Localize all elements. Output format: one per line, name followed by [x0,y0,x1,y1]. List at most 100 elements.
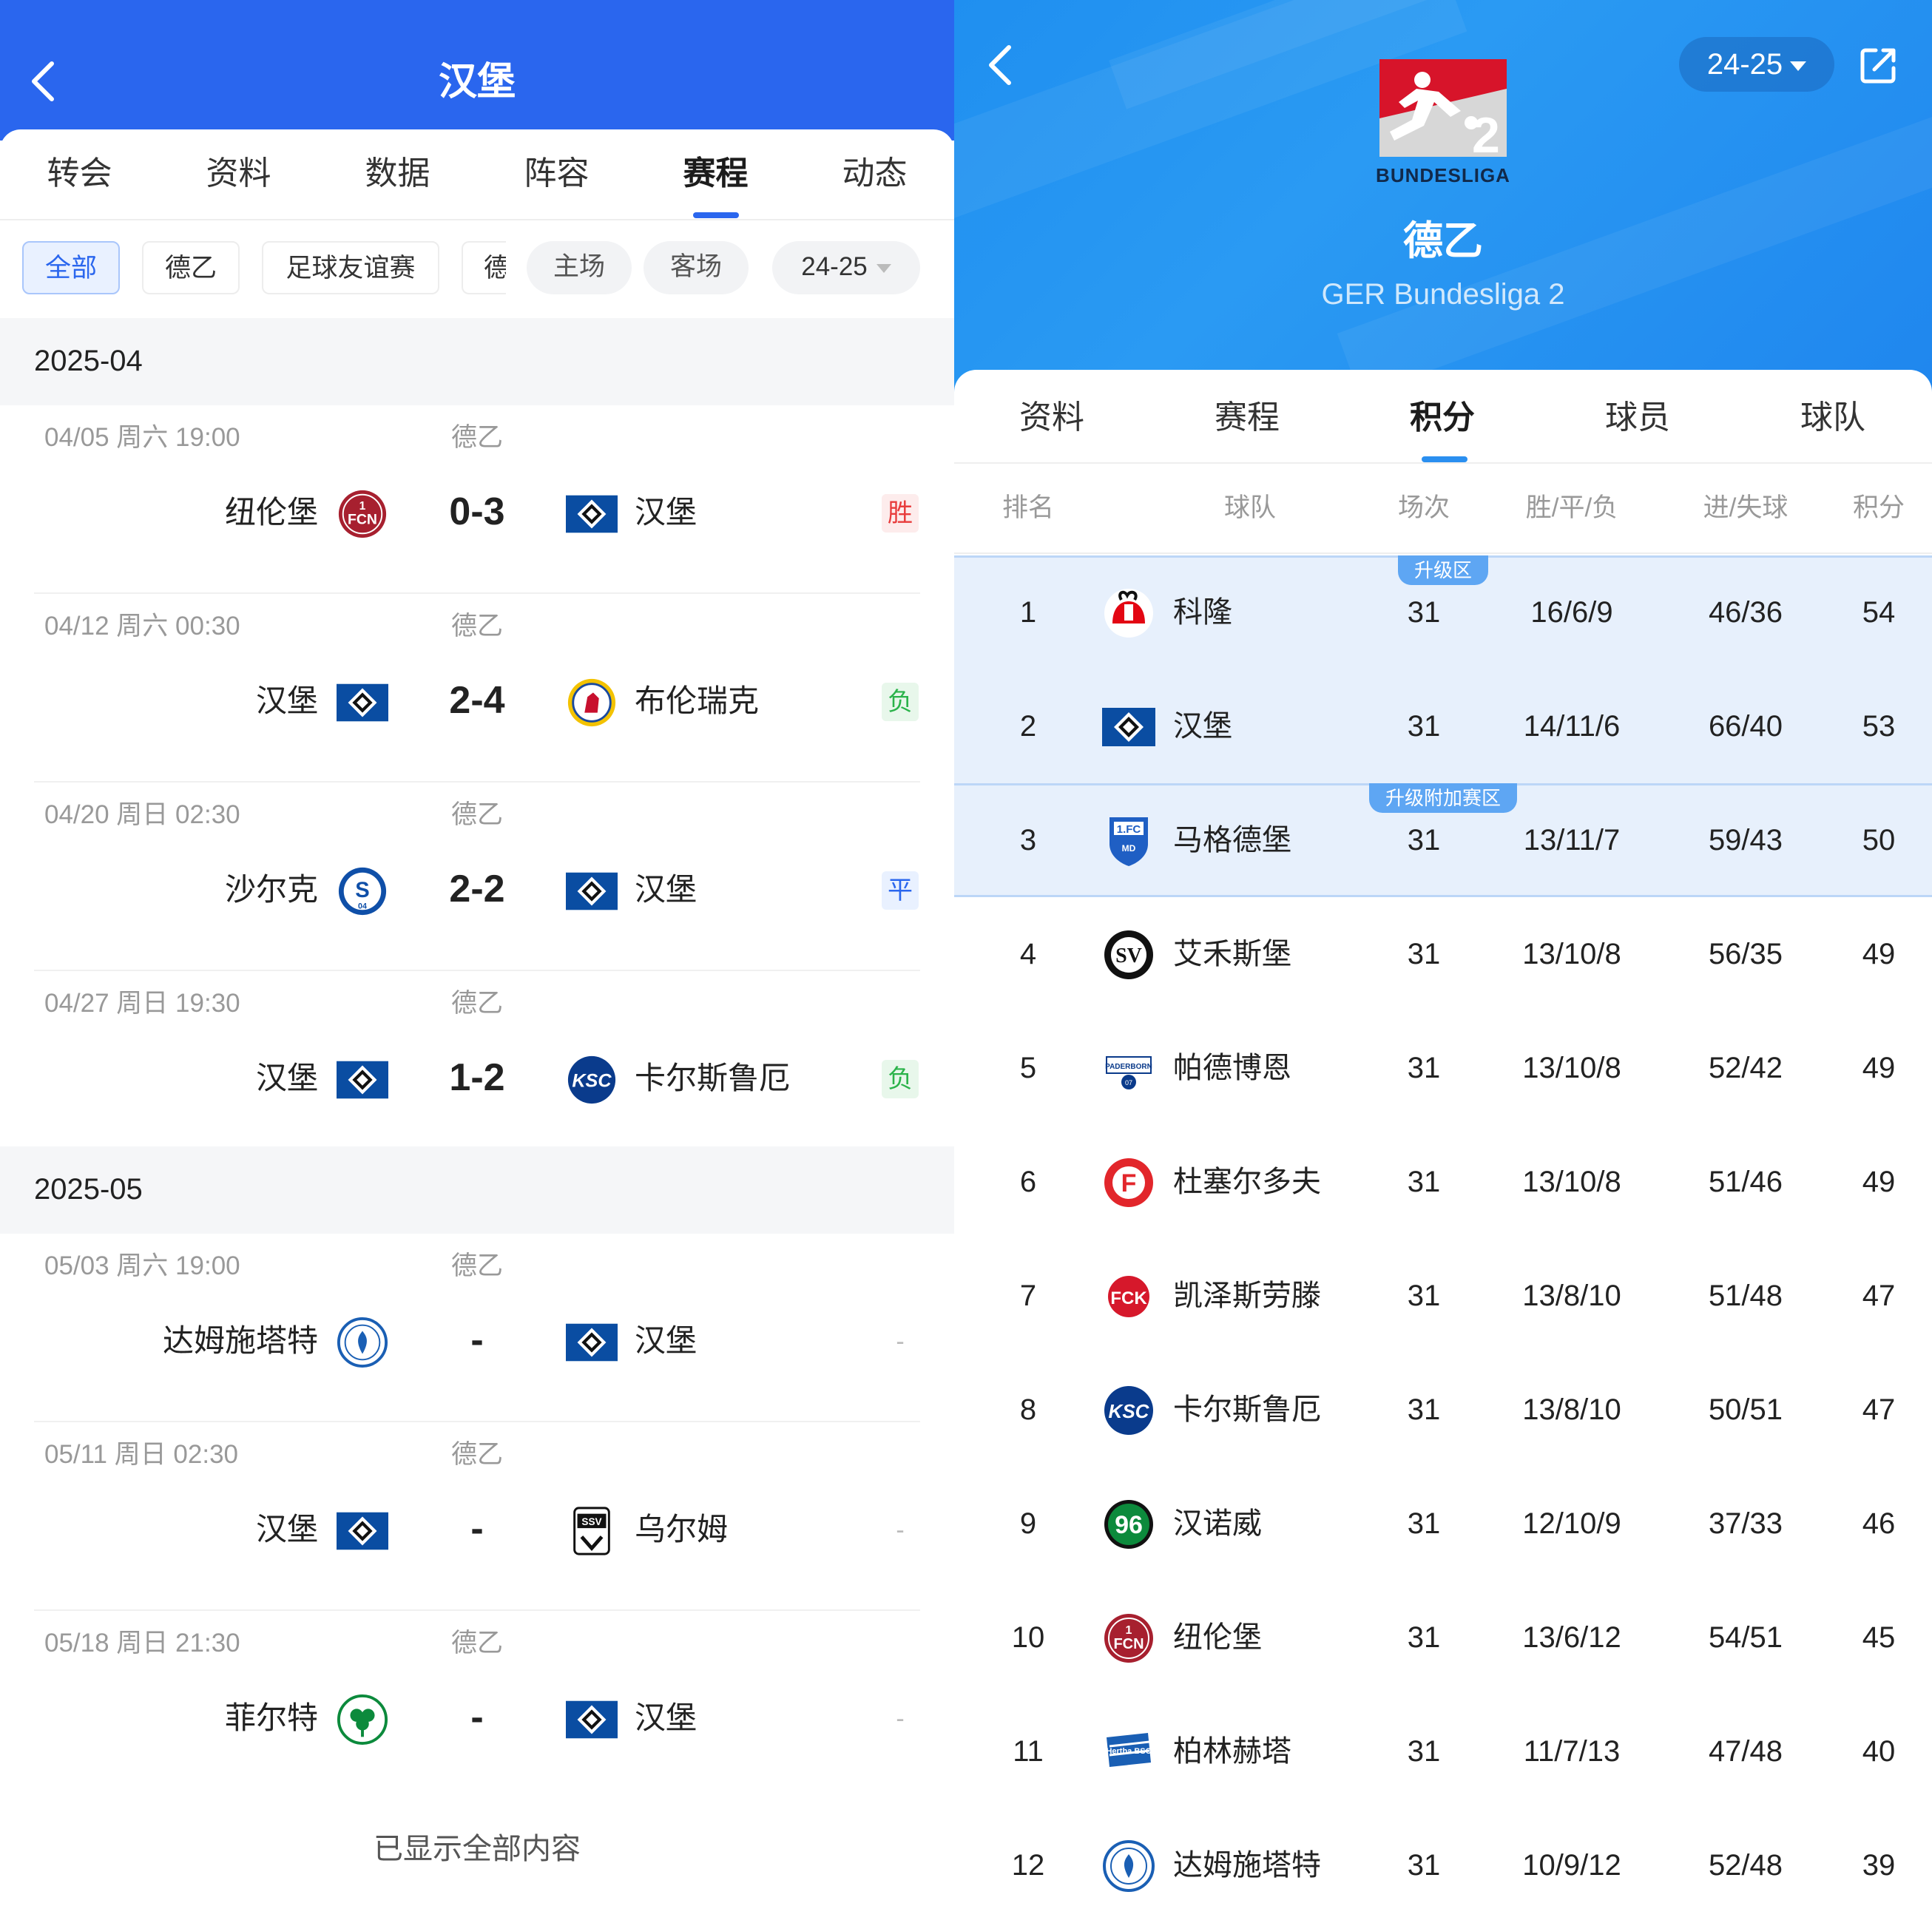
match-row[interactable]: 05/03 周六 19:00 德乙 达姆施塔特 - 汉堡 - [0,1234,954,1422]
team-points: 46 [1862,1507,1896,1540]
standings-row[interactable]: 9 96 汉诺威 31 12/10/9 37/33 46 [954,1467,1932,1581]
home-team-name: 达姆施塔特 [162,1323,318,1358]
match-datetime: 05/18 周日 21:30 [44,1629,240,1657]
braunschweig-crest-icon [566,677,618,729]
standings-header: 排名 球队 场次 胜/平/负 进/失球 积分 [954,464,1932,554]
match-row[interactable]: 04/05 周六 19:00 德乙 纽伦堡 1 FCN 0-3 汉堡 胜 [0,405,954,594]
match-result-badge: - [896,1516,905,1544]
end-of-list-text: 已显示全部内容 [374,1833,581,1865]
standings-row[interactable]: 12 达姆施塔特 31 10/9/12 52/48 39 [954,1808,1932,1906]
match-competition: 德乙 [451,612,504,641]
team-points: 47 [1862,1393,1896,1426]
goals-for-against: 56/35 [1708,938,1783,970]
filter-home-chip[interactable]: 主场 [527,241,632,294]
season-selector[interactable]: 24-25 [772,241,920,294]
magdeburg-crest-icon: 1.FC MD [1102,814,1155,868]
standings-row[interactable]: 2 汉堡 31 14/11/6 66/40 53 [954,669,1932,783]
standings-row[interactable]: 7 FCK 凯泽斯劳滕 31 13/8/10 51/48 47 [954,1239,1932,1353]
standings-row[interactable]: 11 Hertha BSC 柏林赫塔 31 11/7/13 47/48 40 [954,1694,1932,1808]
goals-for-against: 37/33 [1708,1507,1783,1540]
matches-played: 31 [1407,1166,1441,1198]
goals-for-against: 51/48 [1708,1280,1783,1312]
tab-stats[interactable]: 数据 [318,152,477,196]
team-name: 柏林赫塔 [1173,1735,1291,1768]
zone-separator [954,895,1932,897]
tab-players[interactable]: 球员 [1540,396,1735,440]
team-name: 汉堡 [1173,710,1232,743]
match-datetime: 05/03 周六 19:00 [44,1251,240,1280]
season-selector[interactable]: 24-25 [1679,37,1834,92]
tab-transfers[interactable]: 转会 [0,152,159,196]
tab-profile[interactable]: 资料 [159,152,318,196]
team-name: 马格德堡 [1173,824,1291,856]
share-icon[interactable] [1858,44,1899,86]
match-datetime: 05/11 周日 02:30 [44,1440,239,1469]
match-row[interactable]: 04/27 周日 19:30 德乙 汉堡 1-2 KSC 卡尔斯鲁厄 负 [0,971,954,1160]
standings-row[interactable]: 8 KSC 卡尔斯鲁厄 31 13/8/10 50/51 47 [954,1353,1932,1467]
ksc-crest-icon: KSC [1102,1384,1155,1437]
tab-profile[interactable]: 资料 [954,396,1149,440]
goals-for-against: 66/40 [1708,710,1783,743]
tab-standings[interactable]: 积分 [1345,396,1540,440]
team-rank: 5 [1019,1052,1037,1084]
match-row[interactable]: 04/12 周六 00:30 德乙 汉堡 2-4 布伦瑞克 负 [0,594,954,783]
match-score: - [470,1696,484,1739]
match-competition: 德乙 [451,423,504,452]
team-rank: 12 [1011,1849,1045,1882]
match-score: - [470,1507,484,1550]
win-draw-loss: 13/8/10 [1522,1280,1621,1312]
tab-teams[interactable]: 球队 [1735,396,1931,440]
header-team: 球队 [1223,493,1276,522]
season-value: 24-25 [801,252,868,281]
tab-schedule[interactable]: 赛程 [636,152,795,196]
filter-all-chip[interactable]: 全部 [22,241,120,294]
team-header: 汉堡 [0,0,954,141]
away-team-name: 汉堡 [635,872,698,907]
tab-schedule[interactable]: 赛程 [1149,396,1345,440]
filter-truncated-chip[interactable]: 德 [462,241,506,294]
league-tabs: 资料 赛程 积分 球员 球队 [954,370,1932,464]
filter-league-chip[interactable]: 德乙 [142,241,240,294]
hsv-crest-icon [1102,700,1155,754]
darmstadt-crest-icon [337,1317,388,1368]
match-row[interactable]: 05/11 周日 02:30 德乙 汉堡 - SSV 乌尔姆 - [0,1422,954,1611]
match-row[interactable]: 04/20 周日 02:30 德乙 沙尔克 S 04 2-2 汉堡 平 [0,783,954,971]
filter-away-chip[interactable]: 客场 [644,241,749,294]
tab-squad[interactable]: 阵容 [477,152,636,196]
chevron-down-icon [1790,61,1807,71]
header-rank: 排名 [1002,493,1054,522]
standings-row[interactable]: 6 F 杜塞尔多夫 31 13/10/8 51/46 49 [954,1125,1932,1239]
duesseldorf-crest-icon: F [1102,1156,1155,1209]
matches-played: 31 [1407,1735,1441,1768]
svg-text:Hertha BSC: Hertha BSC [1106,1747,1151,1756]
team-rank: 2 [1019,710,1037,743]
match-row[interactable]: 05/18 周日 21:30 德乙 菲尔特 - 汉堡 - [0,1611,954,1799]
win-draw-loss: 12/10/9 [1522,1507,1621,1540]
standings-row[interactable]: 4 SV 艾禾斯堡 31 13/10/8 56/35 49 [954,897,1932,1011]
standings-row[interactable]: 5 PADERBORN 07 帕德博恩 31 13/10/8 52/42 49 [954,1011,1932,1125]
standings-row[interactable]: 10 1 FCN 纽伦堡 31 13/6/12 54/51 45 [954,1581,1932,1694]
matches-played: 31 [1407,938,1441,970]
team-points: 49 [1862,938,1896,970]
back-arrow-icon[interactable] [985,43,1015,87]
svg-text:SSV: SSV [581,1516,601,1527]
team-points: 53 [1862,710,1896,743]
match-result-badge: 胜 [882,494,919,533]
team-rank: 4 [1019,938,1037,970]
tab-news[interactable]: 动态 [795,152,954,196]
header-wdl: 胜/平/负 [1525,493,1618,522]
win-draw-loss: 14/11/6 [1523,710,1621,743]
match-result-badge: 负 [882,1060,919,1098]
svg-text:F: F [1121,1169,1137,1197]
goals-for-against: 52/48 [1708,1849,1783,1882]
filter-friendly-chip[interactable]: 足球友谊赛 [262,241,439,294]
fcn-crest-icon: 1 FCN [1102,1612,1155,1665]
goals-for-against: 47/48 [1708,1735,1783,1768]
goals-for-against: 46/36 [1708,596,1783,629]
schalke-crest-icon: S 04 [337,865,388,917]
match-competition: 德乙 [451,1251,504,1280]
svg-text:1.FC: 1.FC [1117,823,1141,836]
svg-text:KSC: KSC [572,1071,612,1092]
team-name: 凯泽斯劳滕 [1173,1280,1321,1312]
team-rank: 9 [1019,1507,1037,1540]
